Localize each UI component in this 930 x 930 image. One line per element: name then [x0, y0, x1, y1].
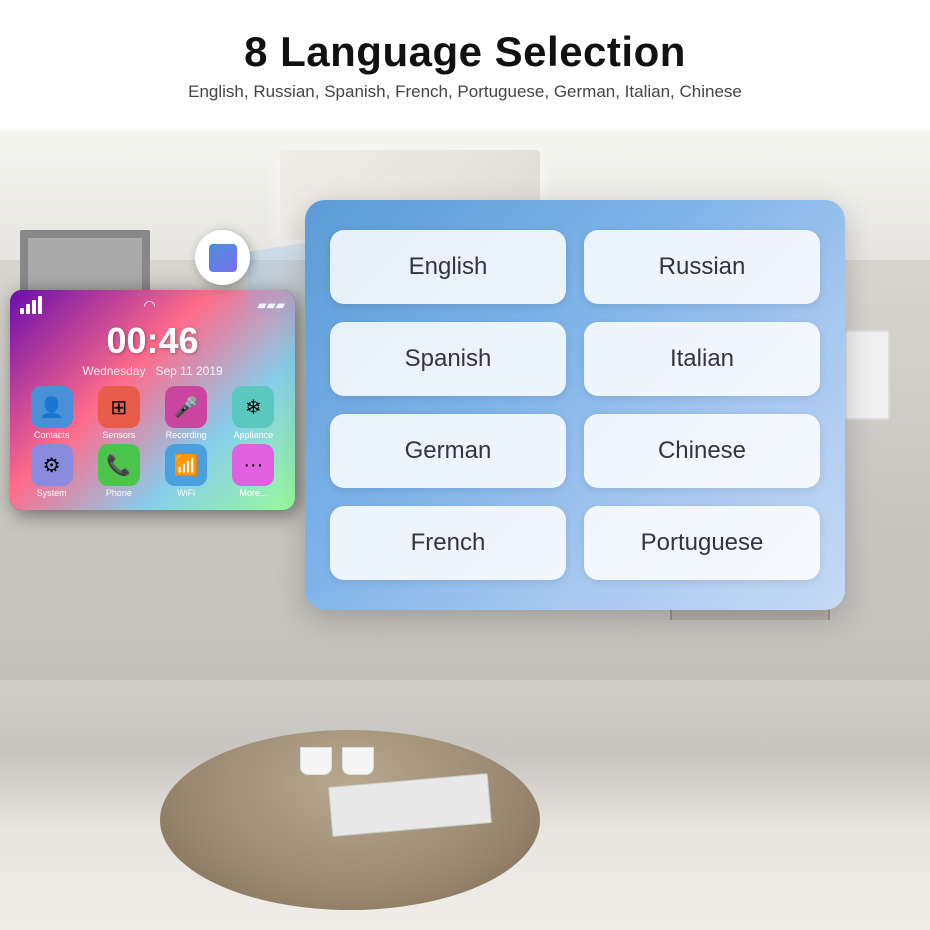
- table-cups: [300, 747, 374, 775]
- app-phone[interactable]: 📞 Phone: [87, 444, 150, 498]
- device-date-val: Sep 11 2019: [156, 364, 223, 378]
- system-icon: ⚙: [31, 444, 73, 486]
- app-more-label: More...: [239, 488, 267, 498]
- language-button-russian[interactable]: Russian: [584, 230, 820, 304]
- sensor-display: [209, 244, 237, 272]
- main-content: 8 Language Selection English, Russian, S…: [0, 0, 930, 930]
- wifi-icon: ◠: [144, 297, 156, 314]
- page-title: 8 Language Selection: [20, 28, 910, 76]
- device-day: Wednesday: [82, 364, 145, 378]
- app-contacts[interactable]: 👤 Contacts: [20, 386, 83, 440]
- header-section: 8 Language Selection English, Russian, S…: [0, 0, 930, 114]
- sensors-icon: ⊞: [98, 386, 140, 428]
- app-phone-label: Phone: [106, 488, 132, 498]
- device-screen: ◠ ▰▰▰ 00:46 Wednesday Sep 11 2019 👤 Cont…: [10, 290, 295, 510]
- app-appliance[interactable]: ❄ Appliance: [222, 386, 285, 440]
- language-selection-card: English Russian Spanish Italian German C…: [305, 200, 845, 610]
- app-wifi[interactable]: 📶 WiFi: [155, 444, 218, 498]
- app-system[interactable]: ⚙ System: [20, 444, 83, 498]
- device-date: Wednesday Sep 11 2019: [10, 364, 295, 378]
- app-recording-label: Recording: [166, 430, 207, 440]
- wifi-app-icon: 📶: [165, 444, 207, 486]
- app-appliance-label: Appliance: [234, 430, 274, 440]
- page-subtitle: English, Russian, Spanish, French, Portu…: [20, 82, 910, 102]
- signal-icon: [20, 296, 42, 314]
- language-button-portuguese[interactable]: Portuguese: [584, 506, 820, 580]
- device-apps-grid: 👤 Contacts ⊞ Sensors 🎤 Recording ❄ Appli…: [10, 378, 295, 502]
- wall-phone: [845, 330, 890, 420]
- language-button-spanish[interactable]: Spanish: [330, 322, 566, 396]
- wall-sensor-device: [195, 230, 250, 285]
- app-recording[interactable]: 🎤 Recording: [155, 386, 218, 440]
- phone-icon: 📞: [98, 444, 140, 486]
- language-button-chinese[interactable]: Chinese: [584, 414, 820, 488]
- app-sensors-label: Sensors: [102, 430, 135, 440]
- app-system-label: System: [37, 488, 67, 498]
- recording-icon: 🎤: [165, 386, 207, 428]
- language-button-italian[interactable]: Italian: [584, 322, 820, 396]
- more-icon: ···: [232, 444, 274, 486]
- language-button-german[interactable]: German: [330, 414, 566, 488]
- app-sensors[interactable]: ⊞ Sensors: [87, 386, 150, 440]
- contacts-icon: 👤: [31, 386, 73, 428]
- language-button-english[interactable]: English: [330, 230, 566, 304]
- device-time: 00:46: [10, 320, 295, 362]
- app-more[interactable]: ··· More...: [222, 444, 285, 498]
- app-wifi-label: WiFi: [177, 488, 195, 498]
- app-contacts-label: Contacts: [34, 430, 70, 440]
- appliance-icon: ❄: [232, 386, 274, 428]
- language-grid: English Russian Spanish Italian German C…: [330, 230, 820, 580]
- language-button-french[interactable]: French: [330, 506, 566, 580]
- smart-wall-device: ◠ ▰▰▰ 00:46 Wednesday Sep 11 2019 👤 Cont…: [10, 290, 295, 510]
